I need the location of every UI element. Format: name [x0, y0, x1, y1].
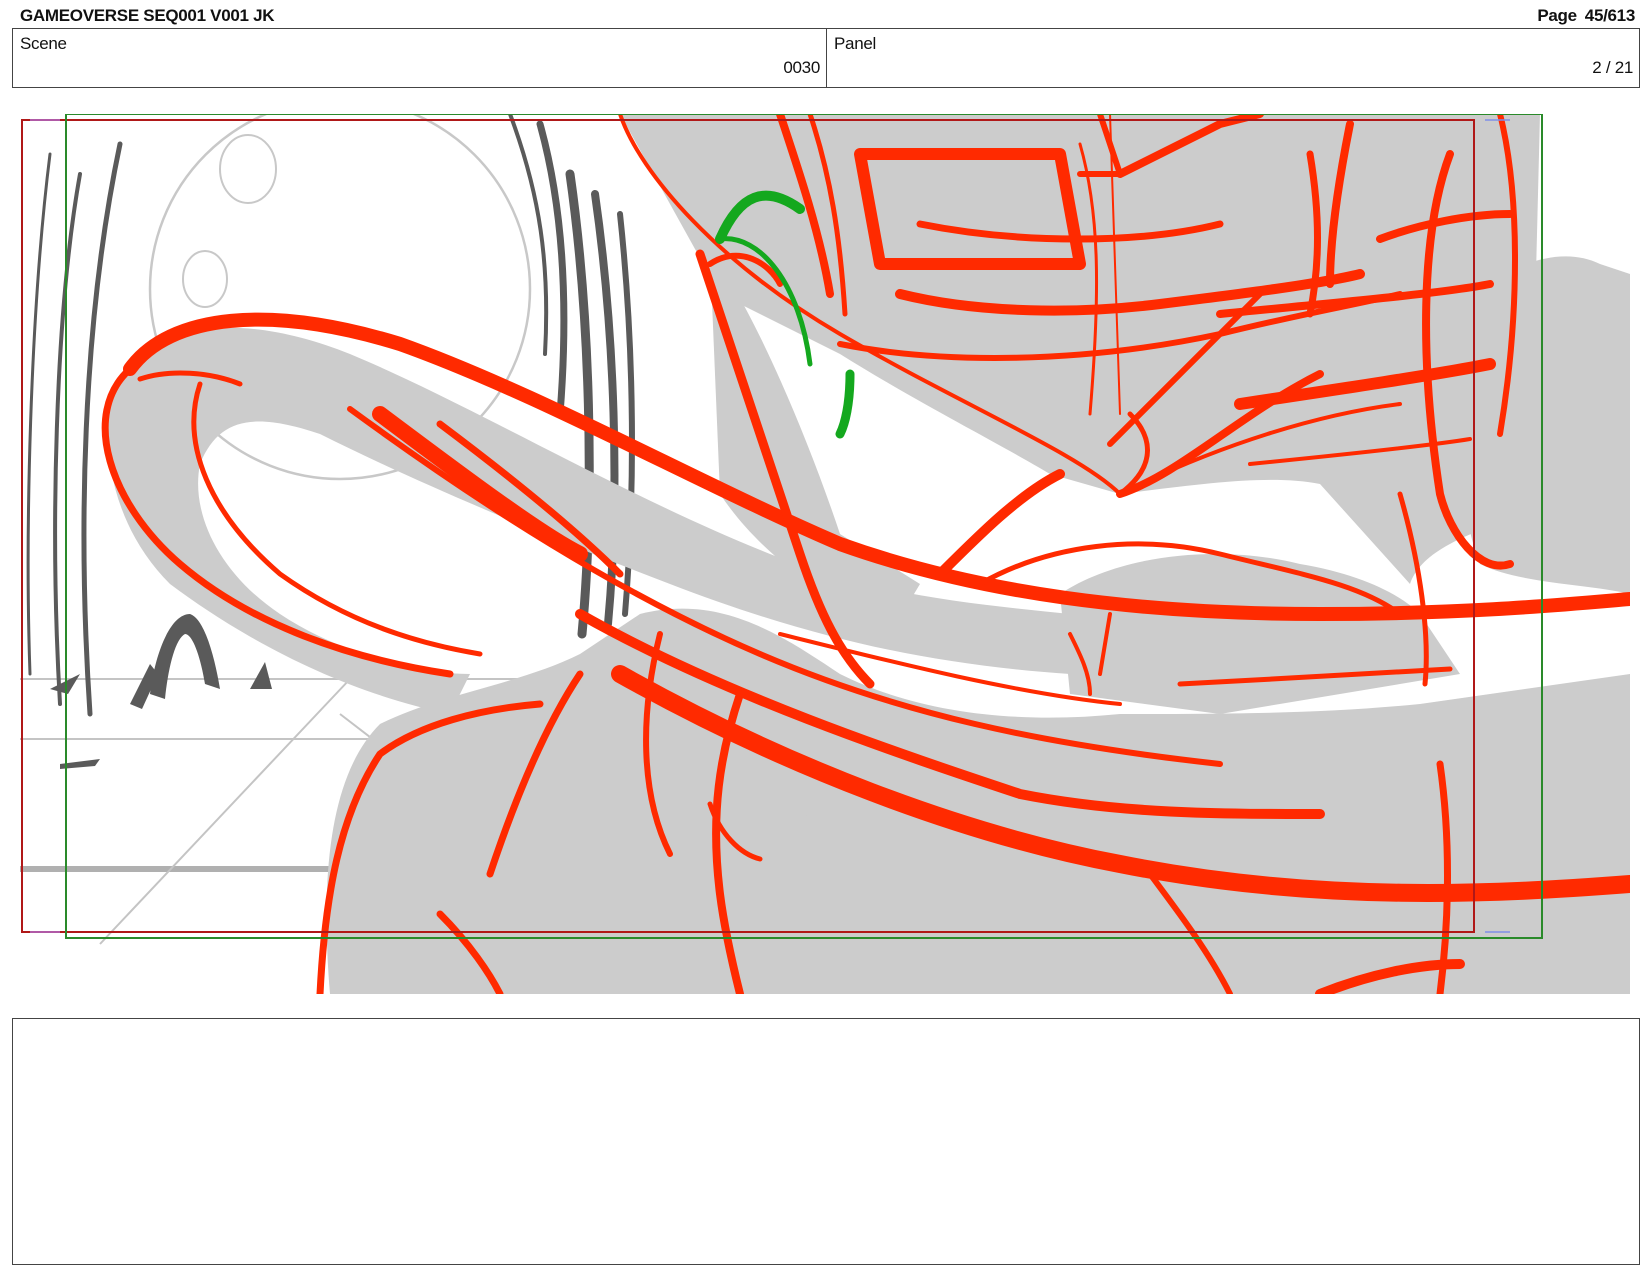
storyboard-panel-image [20, 114, 1630, 994]
scene-value: 0030 [783, 58, 820, 77]
document-title: GAMEOVERSE SEQ001 V001 JK [20, 6, 275, 25]
rock-sketch [50, 614, 272, 769]
page-value: 45/613 [1584, 6, 1636, 25]
storyboard-sketch [20, 114, 1630, 994]
scene-label: Scene [20, 34, 67, 53]
panel-label: Panel [834, 34, 876, 53]
page-number: Page 45/613 [1537, 6, 1635, 26]
page-label: Page [1537, 6, 1577, 25]
scene-panel-info: Scene 0030 Panel 2 / 21 [12, 28, 1640, 88]
panel-cell: Panel 2 / 21 [827, 29, 1639, 87]
panel-value: 2 / 21 [1592, 58, 1633, 77]
scene-cell: Scene 0030 [13, 29, 827, 87]
panel-notes-box [12, 1018, 1640, 1265]
